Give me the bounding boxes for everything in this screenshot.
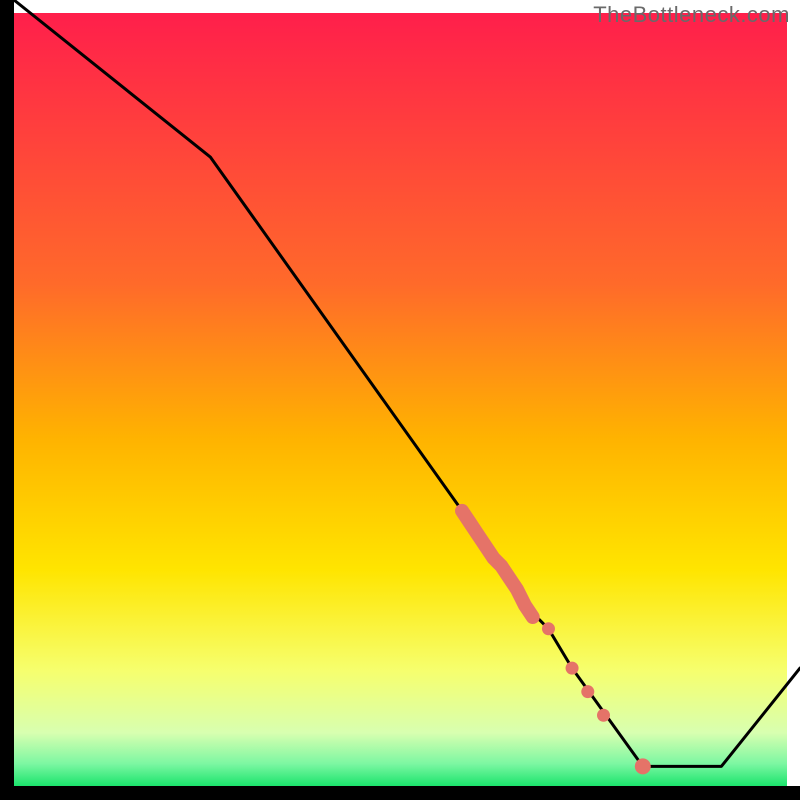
bottleneck-chart <box>0 0 800 800</box>
salmon-dot <box>581 685 594 698</box>
x-axis <box>0 786 800 800</box>
salmon-dot <box>635 758 651 774</box>
salmon-dot <box>597 709 610 722</box>
y-axis <box>0 0 14 800</box>
salmon-dot <box>566 662 579 675</box>
watermark-text: TheBottleneck.com <box>593 2 790 28</box>
chart-container: TheBottleneck.com <box>0 0 800 800</box>
salmon-dot <box>542 622 555 635</box>
gradient-background <box>13 13 787 787</box>
